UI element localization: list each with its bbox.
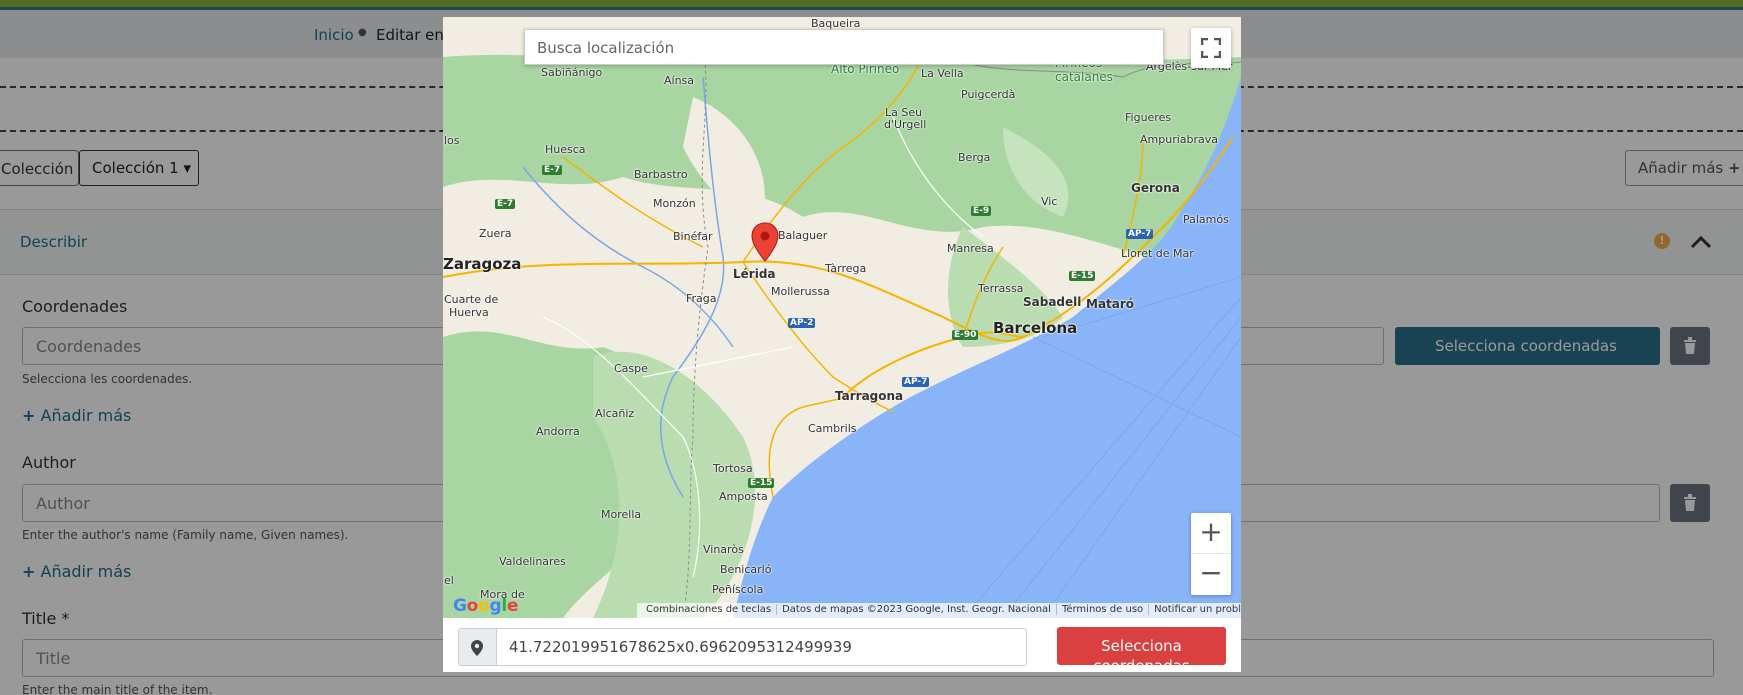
map-label-caspe: Caspe <box>614 362 648 375</box>
map-label-tarragona: Tarragona <box>835 389 904 403</box>
coordinates-value: 41.722019951678625x0.6962095312499939 <box>509 638 852 656</box>
road-shield: AP-7 <box>902 377 930 387</box>
map-label-tarrega: Tàrrega <box>825 262 867 275</box>
map-label-morella: Morella <box>601 508 642 521</box>
map-data-attribution: Datos de mapas ©2023 Google, Inst. Geogr… <box>777 604 1057 615</box>
map-label-lerida: Lérida <box>733 267 776 281</box>
map-label-valdelinares: Valdelinares <box>499 555 566 568</box>
select-coordinates-modal-button[interactable]: Selecciona coordenadas <box>1057 627 1226 675</box>
map-label-zuera: Zuera <box>479 227 512 240</box>
map-label-berga: Berga <box>958 151 991 164</box>
map-label-sabadell: Sabadell <box>1023 295 1082 309</box>
map-label-cambrils: Cambrils <box>808 422 857 435</box>
map-label-vinaros: Vinaròs <box>703 543 744 556</box>
map-label-balaguer: Balaguer <box>778 229 828 242</box>
terms-link[interactable]: Términos de uso <box>1056 604 1150 615</box>
coordinates-output-field[interactable]: 41.722019951678625x0.6962095312499939 <box>458 628 1027 666</box>
map-marker-icon <box>459 629 497 665</box>
map-label-manresa: Manresa <box>947 242 994 255</box>
map-label-el: el <box>444 574 454 587</box>
map-label-vic: Vic <box>1041 195 1058 208</box>
road-shield: AP-2 <box>788 318 816 328</box>
map-label-fraga: Fraga <box>686 292 717 305</box>
map-label-la-vella: La Vella <box>921 67 964 80</box>
map-canvas <box>443 17 1241 618</box>
zoom-out-button[interactable]: − <box>1191 554 1231 595</box>
map-marker-icon[interactable] <box>751 222 779 266</box>
map-label-barcelona: Barcelona <box>993 319 1078 337</box>
map-label-ainsa: Aínsa <box>664 74 695 87</box>
map-label-palamos: Palamós <box>1183 213 1229 226</box>
google-logo[interactable]: Google <box>453 596 518 616</box>
map-label-barbastro: Barbastro <box>634 168 688 181</box>
map-label-tortosa: Tortosa <box>713 462 753 475</box>
map-label-sabinanigo: Sabiñánigo <box>541 66 603 79</box>
map-label-urgell: d'Urgell <box>884 118 927 131</box>
map-label-puigcerda: Puigcerdà <box>961 88 1016 101</box>
map-label-alcaniz: Alcañiz <box>595 407 635 420</box>
map-label-terrassa: Terrassa <box>978 282 1024 295</box>
map-label-lloret: Lloret de Mar <box>1121 247 1194 260</box>
map-label-andorra: Andorra <box>536 425 580 438</box>
map-label-benicarlo: Benicarló <box>720 563 772 576</box>
road-shield: E-90 <box>952 330 979 340</box>
road-shield: AP-7 <box>1126 229 1154 239</box>
fullscreen-icon[interactable] <box>1191 28 1231 68</box>
map-attribution: Combinaciones de teclas Datos de mapas ©2… <box>637 603 1241 618</box>
map-label-binefar: Binéfar <box>673 230 713 243</box>
map-label-figueres: Figueres <box>1125 111 1172 124</box>
map-label-huerva: Huerva <box>449 306 489 319</box>
map-label-mollerussa: Mollerussa <box>771 285 830 298</box>
map-label-peniscola: Peñíscola <box>712 583 764 596</box>
map-label-ampuriabrava: Ampuriabrava <box>1140 133 1219 146</box>
map-label-huesca: Huesca <box>545 143 586 156</box>
road-shield: E-7 <box>542 165 563 175</box>
zoom-control: + − <box>1191 513 1231 595</box>
map-label-mataro: Mataró <box>1086 297 1135 311</box>
map-label-gerona: Gerona <box>1131 181 1180 195</box>
map-search-input[interactable]: Busca localización <box>524 29 1164 65</box>
road-shield: E-15 <box>1069 271 1096 281</box>
map-label-amposta: Amposta <box>719 490 768 503</box>
map-label-zaragoza: Zaragoza <box>443 255 522 273</box>
map[interactable]: Zaragoza Lérida Barcelona Tarragona Gero… <box>443 17 1241 618</box>
road-shield: E-7 <box>495 199 516 209</box>
keyboard-shortcuts-link[interactable]: Combinaciones de teclas <box>641 604 778 615</box>
map-label-cuarte: Cuarte de <box>444 293 499 306</box>
map-search-placeholder: Busca localización <box>537 39 675 57</box>
road-shield: E-15 <box>748 478 775 488</box>
report-problem-link[interactable]: Notificar un problema de Maps <box>1149 604 1241 615</box>
zoom-in-button[interactable]: + <box>1191 513 1231 554</box>
coordinates-modal: Zaragoza Lérida Barcelona Tarragona Gero… <box>443 17 1241 675</box>
road-shield: E-9 <box>971 206 992 216</box>
map-label-catalanes: catalanes <box>1055 70 1113 84</box>
map-label-los: los <box>444 134 460 147</box>
map-label-monzon: Monzón <box>653 197 696 210</box>
